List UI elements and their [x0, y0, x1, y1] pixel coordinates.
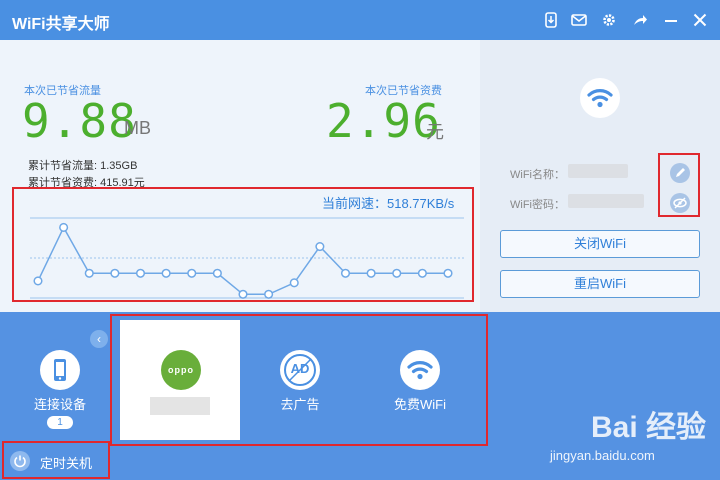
- gear-icon[interactable]: [598, 9, 620, 31]
- connected-devices-label[interactable]: 连接设备: [30, 394, 90, 413]
- wifi-name-label: WiFi名称：: [510, 169, 565, 181]
- highlight-edit-icons: [658, 153, 700, 217]
- restart-wifi-button[interactable]: 重启WiFi: [500, 270, 700, 298]
- traffic-unit: MB: [124, 118, 151, 138]
- highlight-bottom-tiles: [110, 314, 488, 446]
- cost-saved-value: 2.96: [326, 94, 441, 148]
- highlight-shutdown: [2, 441, 110, 479]
- wifi-status-icon: [580, 78, 620, 118]
- traffic-saved-value: 9.88: [22, 94, 137, 148]
- mail-icon[interactable]: [568, 9, 590, 31]
- connected-count-badge: 1: [47, 416, 73, 429]
- app-title: WiFi共享大师: [12, 16, 110, 33]
- highlight-speed-chart: [12, 187, 474, 302]
- wifi-name-value: [568, 164, 628, 178]
- close-wifi-button[interactable]: 关闭WiFi: [500, 230, 700, 258]
- close-icon[interactable]: [689, 9, 711, 31]
- watermark-logo: Bai 经验: [590, 411, 706, 444]
- wifi-password-value: [568, 194, 644, 208]
- collapse-toggle[interactable]: ‹: [90, 330, 108, 348]
- download-icon[interactable]: [540, 9, 562, 31]
- title-bar: WiFi共享大师: [0, 0, 720, 40]
- total-traffic-saved: 累计节省流量: 1.35GB: [28, 160, 138, 172]
- wifi-password-label: WiFi密码：: [510, 199, 565, 211]
- cost-unit: 元: [426, 122, 444, 142]
- phone-icon[interactable]: [40, 350, 80, 390]
- minimize-icon[interactable]: [660, 9, 682, 31]
- watermark-url: jingyan.baidu.com: [550, 448, 655, 463]
- share-icon[interactable]: [629, 9, 651, 31]
